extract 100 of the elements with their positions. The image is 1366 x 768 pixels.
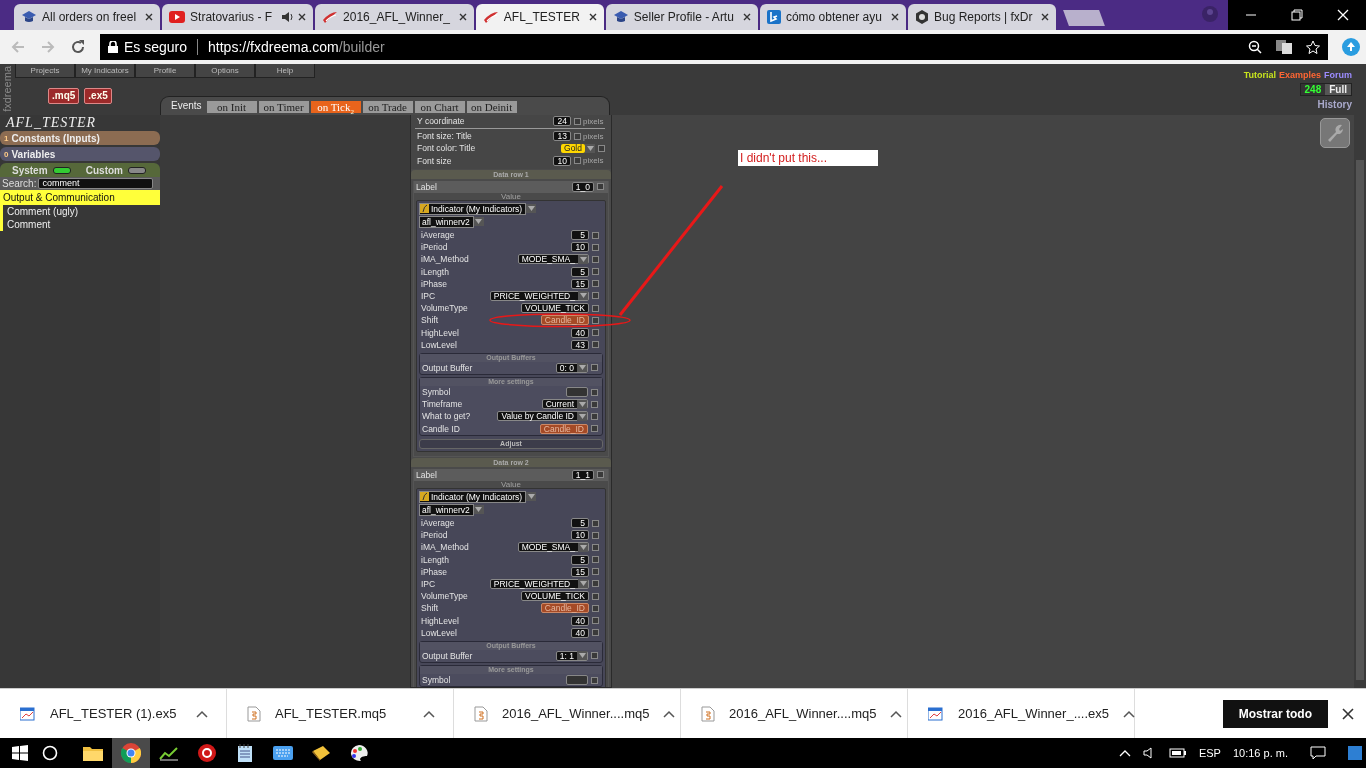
section-header[interactable]: 1 Constants (Inputs) [0, 131, 160, 145]
checkbox[interactable] [591, 364, 598, 372]
close-button[interactable] [1320, 0, 1366, 30]
checkbox[interactable] [592, 243, 599, 251]
checkbox[interactable] [592, 280, 599, 288]
header-link[interactable]: Tutorial [1243, 70, 1276, 80]
checkbox[interactable] [591, 388, 598, 396]
checkbox[interactable] [592, 268, 599, 276]
dropdown[interactable]: afl_winnerv2 [419, 215, 474, 228]
value-field[interactable]: 40 [571, 327, 589, 338]
browser-tab[interactable]: AFL_TESTER [475, 4, 604, 30]
checkbox[interactable] [591, 652, 598, 660]
event-tab[interactable]: on Timer [258, 101, 309, 113]
checkbox[interactable] [592, 341, 599, 349]
value-field[interactable]: 13 [553, 131, 571, 142]
account-icon[interactable] [1202, 6, 1218, 22]
checkbox[interactable] [592, 231, 599, 239]
value-field[interactable]: 24 [553, 116, 571, 127]
checkbox[interactable] [592, 568, 599, 576]
close-icon[interactable] [458, 13, 467, 21]
menu-item[interactable]: Options [195, 64, 255, 78]
event-tab[interactable]: on Deinit [466, 101, 517, 113]
dropdown[interactable]: Indicator (My Indicators) [419, 202, 527, 215]
checkbox[interactable] [574, 117, 581, 125]
close-icon[interactable] [1342, 707, 1354, 720]
dropdown[interactable]: 0: 0 [555, 362, 588, 373]
checkbox[interactable] [591, 412, 598, 420]
battery-icon[interactable] [1168, 747, 1187, 759]
event-tab[interactable]: on Tick$_{2}$ [310, 101, 361, 113]
search-field[interactable]: comment [38, 178, 154, 189]
checkbox[interactable] [592, 255, 599, 263]
value-field[interactable]: 40 [571, 627, 589, 638]
checkbox[interactable] [592, 519, 599, 527]
windows-icon[interactable] [12, 745, 28, 761]
menu-item[interactable]: Profile [135, 64, 195, 78]
checkbox[interactable] [592, 592, 599, 600]
value-field[interactable] [566, 387, 588, 398]
value-field[interactable]: 5 [571, 518, 589, 529]
checkbox[interactable] [592, 556, 599, 564]
menu-item[interactable]: Help [255, 64, 315, 78]
checkbox[interactable] [592, 543, 599, 551]
dropdown[interactable]: MODE_SMA_ [517, 254, 589, 265]
dropdown[interactable]: afl_winnerv2 [419, 503, 474, 516]
checkbox[interactable] [592, 629, 599, 637]
value-field[interactable]: 5 [571, 266, 589, 277]
checkbox[interactable] [591, 425, 598, 433]
value-field[interactable]: 15 [571, 278, 589, 289]
checkbox[interactable] [597, 471, 604, 479]
value-field[interactable]: VOLUME_TICK [521, 303, 589, 314]
event-tab[interactable]: on Trade [362, 101, 413, 113]
menu-item[interactable]: My Indicators [75, 64, 135, 78]
close-icon[interactable] [890, 13, 899, 21]
checkbox[interactable] [592, 329, 599, 337]
address-field[interactable]: Es seguro https://fxdreema.com/builder [100, 34, 1328, 60]
chevron-up-icon[interactable] [196, 709, 208, 718]
toggle-switch[interactable] [128, 166, 146, 174]
checkbox[interactable] [592, 580, 599, 588]
header-link[interactable]: Forum [1324, 70, 1352, 80]
checkbox[interactable] [591, 676, 598, 684]
value-field[interactable]: 10 [553, 155, 571, 166]
browser-tab[interactable]: cómo obtener ayu [759, 4, 906, 30]
close-icon[interactable] [588, 13, 597, 21]
checkbox[interactable] [574, 132, 581, 140]
star-icon[interactable] [1306, 40, 1320, 54]
checkbox[interactable] [591, 400, 598, 408]
file-button[interactable]: .mq5 [48, 88, 80, 104]
value-field[interactable]: 40 [571, 615, 589, 626]
value-field[interactable]: VOLUME_TICK [521, 591, 589, 602]
dropdown[interactable]: Indicator (My Indicators) [419, 490, 527, 503]
color-dropdown[interactable]: Gold [561, 143, 595, 153]
browser-tab[interactable]: All orders on freel [14, 4, 161, 30]
show-all-button[interactable]: Mostrar todo [1222, 699, 1328, 728]
value-field[interactable]: 10 [571, 242, 589, 253]
header-link[interactable]: Examples [1278, 70, 1321, 80]
section-header[interactable]: 0 Variables [0, 147, 160, 161]
close-icon[interactable] [742, 13, 751, 21]
value-field[interactable] [566, 675, 588, 686]
value-field[interactable]: 10 [571, 530, 589, 541]
close-icon[interactable] [145, 13, 154, 21]
checkbox[interactable] [592, 292, 599, 300]
dropdown[interactable]: PRICE_WEIGHTED_ [489, 578, 589, 589]
event-tab[interactable]: on Init [206, 101, 257, 113]
scrollbar-thumb[interactable] [1356, 160, 1364, 680]
checkbox[interactable] [597, 183, 604, 191]
close-icon[interactable] [1041, 13, 1050, 21]
translate-icon[interactable] [1276, 40, 1292, 54]
value-field[interactable]: 15 [571, 566, 589, 577]
file-button[interactable]: .ex5 [84, 88, 112, 104]
upload-icon[interactable] [1342, 38, 1360, 56]
menu-item[interactable]: Projects [15, 64, 75, 78]
value-field[interactable]: 1_0 [571, 181, 594, 192]
checkbox[interactable] [592, 531, 599, 539]
dropdown[interactable]: 1: 1 [555, 650, 588, 661]
tools-button[interactable] [1320, 118, 1350, 148]
checkbox[interactable] [592, 304, 599, 312]
chevron-up-icon[interactable] [663, 709, 676, 718]
dropdown[interactable]: Current [541, 399, 588, 410]
value-field[interactable]: 5 [571, 554, 589, 565]
browser-tab[interactable]: Stratovarius - F [162, 4, 314, 30]
checkbox[interactable] [598, 144, 605, 152]
